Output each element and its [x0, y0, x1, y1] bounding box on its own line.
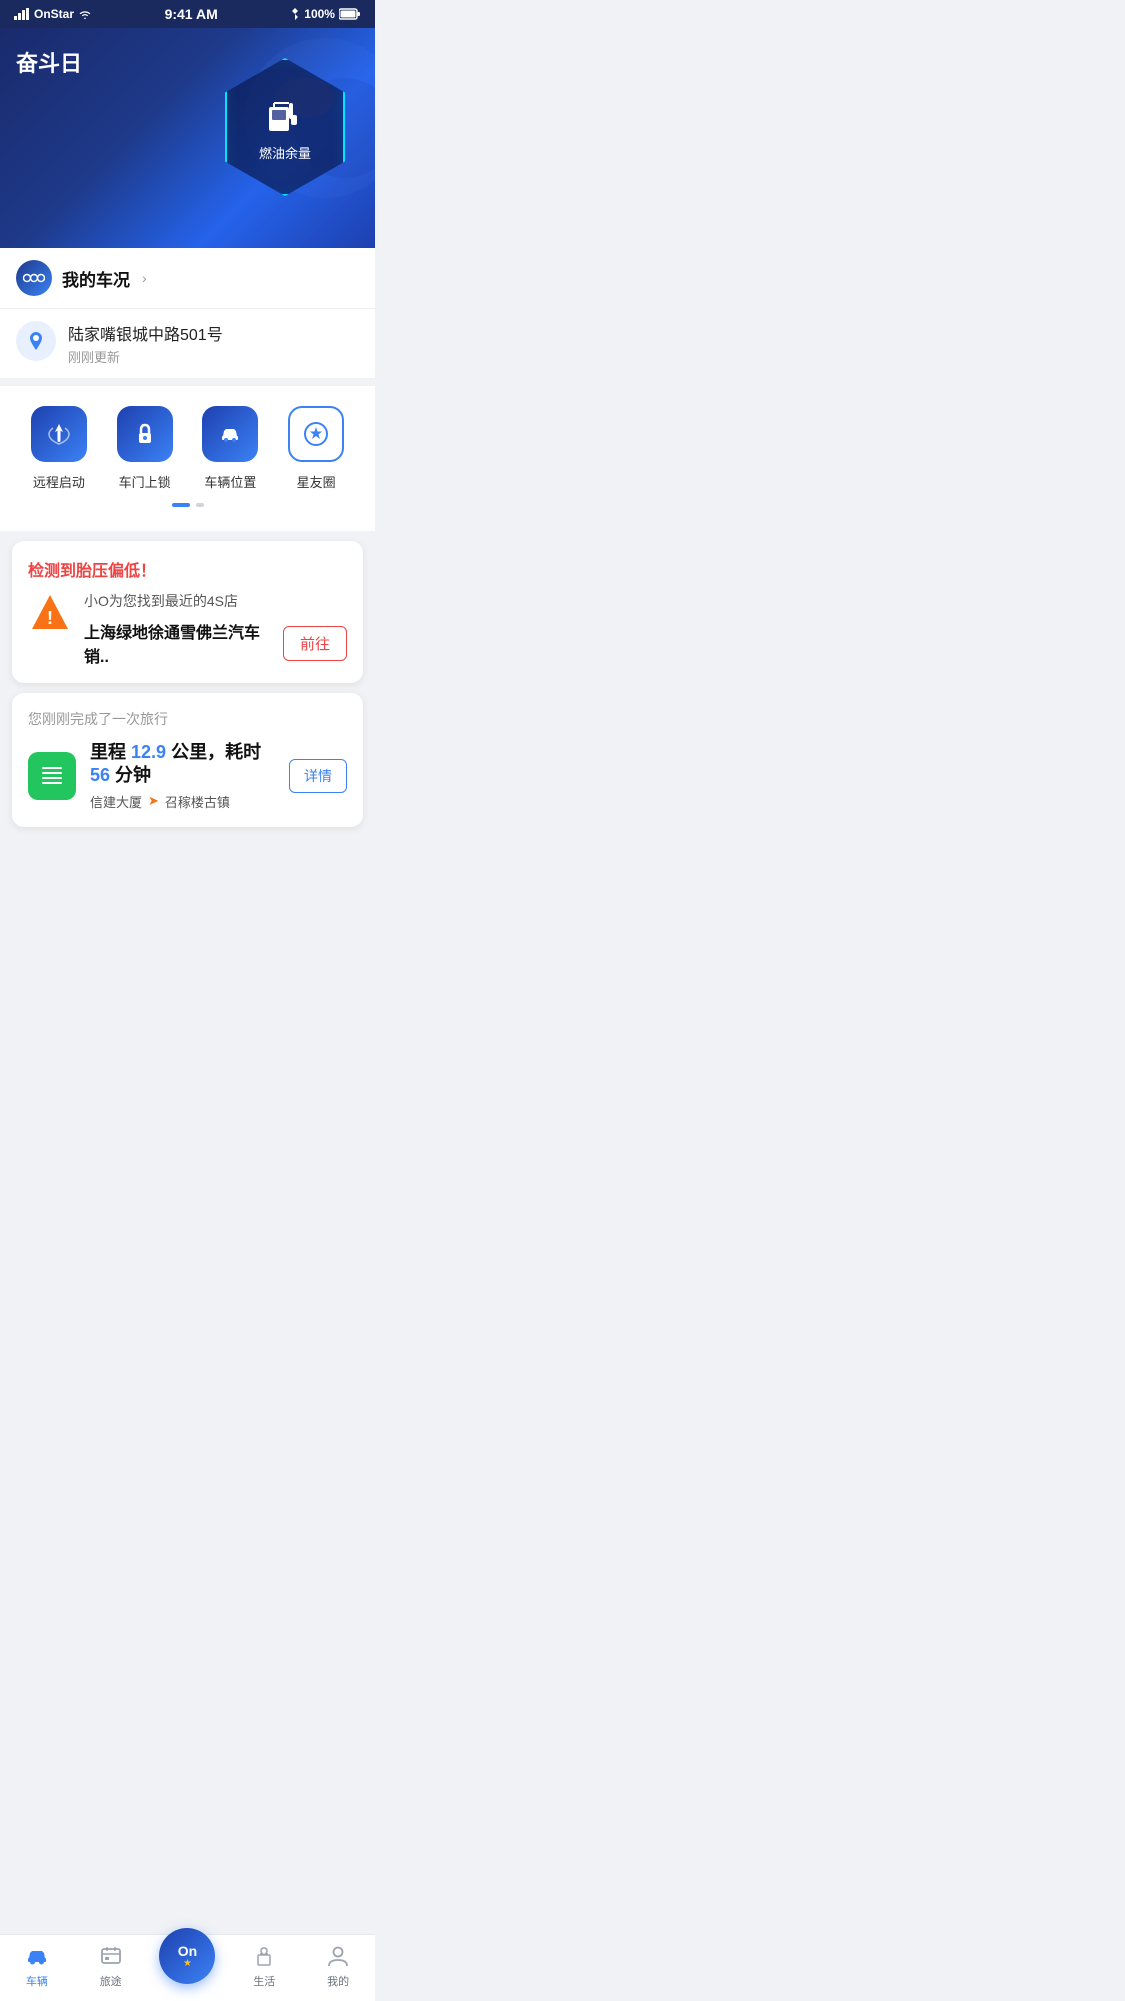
- location-info: 陆家嘴银城中路501号 刚刚更新: [68, 321, 223, 366]
- nav-label-life: 生活: [253, 1973, 275, 1989]
- trip-distance: 12.9: [131, 742, 166, 762]
- battery-text: 100%: [304, 7, 335, 21]
- location-update-time: 刚刚更新: [68, 347, 223, 366]
- trip-stats-text2: 公里，耗时: [171, 742, 261, 762]
- onstar-star-badge: ★: [183, 1958, 192, 1969]
- door-lock-icon-bg: [117, 406, 173, 462]
- status-right: 100%: [290, 7, 361, 21]
- nav-item-journey[interactable]: 旅途: [86, 1943, 136, 1989]
- signal-icon: [14, 8, 30, 20]
- onstar-on-text: On: [178, 1944, 197, 1958]
- alert-shop-row: 上海绿地徐通雪佛兰汽车销.. 前往: [84, 619, 347, 667]
- location-section: 陆家嘴银城中路501号 刚刚更新: [0, 309, 375, 378]
- status-time: 9:41 AM: [165, 6, 218, 22]
- nav-vehicle-icon: [24, 1943, 50, 1969]
- action-label-star-circle: 星友圈: [297, 472, 336, 491]
- action-door-lock[interactable]: 车门上锁: [117, 406, 173, 491]
- star-circle-icon: [302, 420, 330, 448]
- carrier-label: OnStar: [34, 7, 74, 21]
- action-label-remote-start: 远程启动: [33, 472, 85, 491]
- nav-label-vehicle: 车辆: [26, 1973, 48, 1989]
- action-label-door-lock: 车门上锁: [119, 472, 171, 491]
- alert-card: 检测到胎压偏低！ ! 小O为您找到最近的4S店 上海绿地徐通雪佛兰汽车销.. 前…: [12, 541, 363, 683]
- fuel-hex[interactable]: 燃油余量: [225, 58, 345, 196]
- trip-card: 您刚刚完成了一次旅行 里程 12.9 公里，耗时 56 分钟 信建大厦 ➤ 召稼…: [12, 693, 363, 827]
- trip-stats-text1: 里程: [90, 742, 126, 762]
- trip-route: 信建大厦 ➤ 召稼楼古镇: [90, 792, 275, 811]
- bluetooth-icon: [290, 7, 300, 21]
- trip-from: 信建大厦: [90, 792, 142, 811]
- svg-text:!: !: [47, 608, 53, 628]
- wifi-icon: [78, 8, 92, 20]
- trip-info: 里程 12.9 公里，耗时 56 分钟 信建大厦 ➤ 召稼楼古镇: [90, 741, 275, 811]
- fuel-label: 燃油余量: [259, 143, 311, 162]
- nav-item-mine[interactable]: 我的: [313, 1943, 363, 1989]
- trip-icon: [28, 752, 76, 800]
- trip-arrow-icon: ➤: [148, 793, 159, 809]
- action-car-location[interactable]: 车辆位置: [202, 406, 258, 491]
- status-bar: OnStar 9:41 AM 100%: [0, 0, 375, 28]
- battery-icon: [339, 8, 361, 20]
- fuel-pump-icon: [263, 93, 307, 137]
- car-location-icon-bg: [202, 406, 258, 462]
- nav-item-vehicle[interactable]: 车辆: [12, 1943, 62, 1989]
- car-status-chevron: ›: [142, 270, 147, 286]
- alert-sub-text: 小O为您找到最近的4S店: [84, 591, 347, 611]
- trip-stats-text3: 分钟: [115, 765, 151, 785]
- nav-label-mine: 我的: [327, 1973, 349, 1989]
- trip-header: 您刚刚完成了一次旅行: [28, 709, 347, 729]
- trip-route-icon: [38, 762, 66, 790]
- buick-emblem: [23, 270, 45, 286]
- hero-section: 奋斗日 燃油余量: [0, 28, 375, 248]
- remote-start-icon-bg: [31, 406, 87, 462]
- alert-shop-name: 上海绿地徐通雪佛兰汽车销..: [84, 619, 275, 667]
- car-status-section[interactable]: 我的车况 ›: [0, 248, 375, 309]
- car-position-icon: [216, 420, 244, 448]
- trip-detail-button[interactable]: 详情: [289, 759, 347, 793]
- nav-life-icon: [251, 1943, 277, 1969]
- action-label-car-location: 车辆位置: [204, 472, 256, 491]
- nav-center-inner: On ★: [178, 1944, 197, 1969]
- nav-label-journey: 旅途: [100, 1973, 122, 1989]
- warning-triangle-icon: !: [28, 591, 72, 635]
- nav-item-life[interactable]: 生活: [239, 1943, 289, 1989]
- bottom-nav: 车辆 旅途 On ★ 生活 我的: [0, 1934, 375, 2001]
- buick-logo: [16, 260, 52, 296]
- nav-center-button[interactable]: On ★: [159, 1928, 215, 1984]
- location-address: 陆家嘴银城中路501号: [68, 321, 223, 345]
- car-location-icon: [25, 330, 47, 352]
- dot-inactive: [196, 503, 204, 507]
- dot-active: [172, 503, 190, 507]
- hero-title: 奋斗日: [16, 46, 82, 78]
- warning-icon-wrap: !: [28, 591, 72, 635]
- trip-body: 里程 12.9 公里，耗时 56 分钟 信建大厦 ➤ 召稼楼古镇 详情: [28, 741, 347, 811]
- door-lock-icon: [131, 420, 159, 448]
- trip-to: 召稼楼古镇: [165, 792, 230, 811]
- alert-content: 小O为您找到最近的4S店 上海绿地徐通雪佛兰汽车销.. 前往: [84, 591, 347, 667]
- nav-mine-icon: [325, 1943, 351, 1969]
- alert-body: ! 小O为您找到最近的4S店 上海绿地徐通雪佛兰汽车销.. 前往: [28, 591, 347, 667]
- actions-grid: 远程启动 车门上锁 车辆位置: [16, 406, 359, 491]
- alert-title: 检测到胎压偏低！: [28, 557, 347, 581]
- action-remote-start[interactable]: 远程启动: [31, 406, 87, 491]
- star-circle-icon-bg: [288, 406, 344, 462]
- remote-start-icon: [45, 420, 73, 448]
- car-status-label: 我的车况: [62, 266, 130, 291]
- location-icon-wrap: [16, 321, 56, 361]
- goto-button[interactable]: 前往: [283, 626, 347, 661]
- status-left: OnStar: [14, 7, 92, 21]
- carousel-dots: [16, 491, 359, 515]
- nav-journey-icon: [98, 1943, 124, 1969]
- action-star-circle[interactable]: 星友圈: [288, 406, 344, 491]
- trip-duration: 56: [90, 765, 110, 785]
- quick-actions: 远程启动 车门上锁 车辆位置: [0, 386, 375, 531]
- trip-stats: 里程 12.9 公里，耗时 56 分钟: [90, 741, 275, 788]
